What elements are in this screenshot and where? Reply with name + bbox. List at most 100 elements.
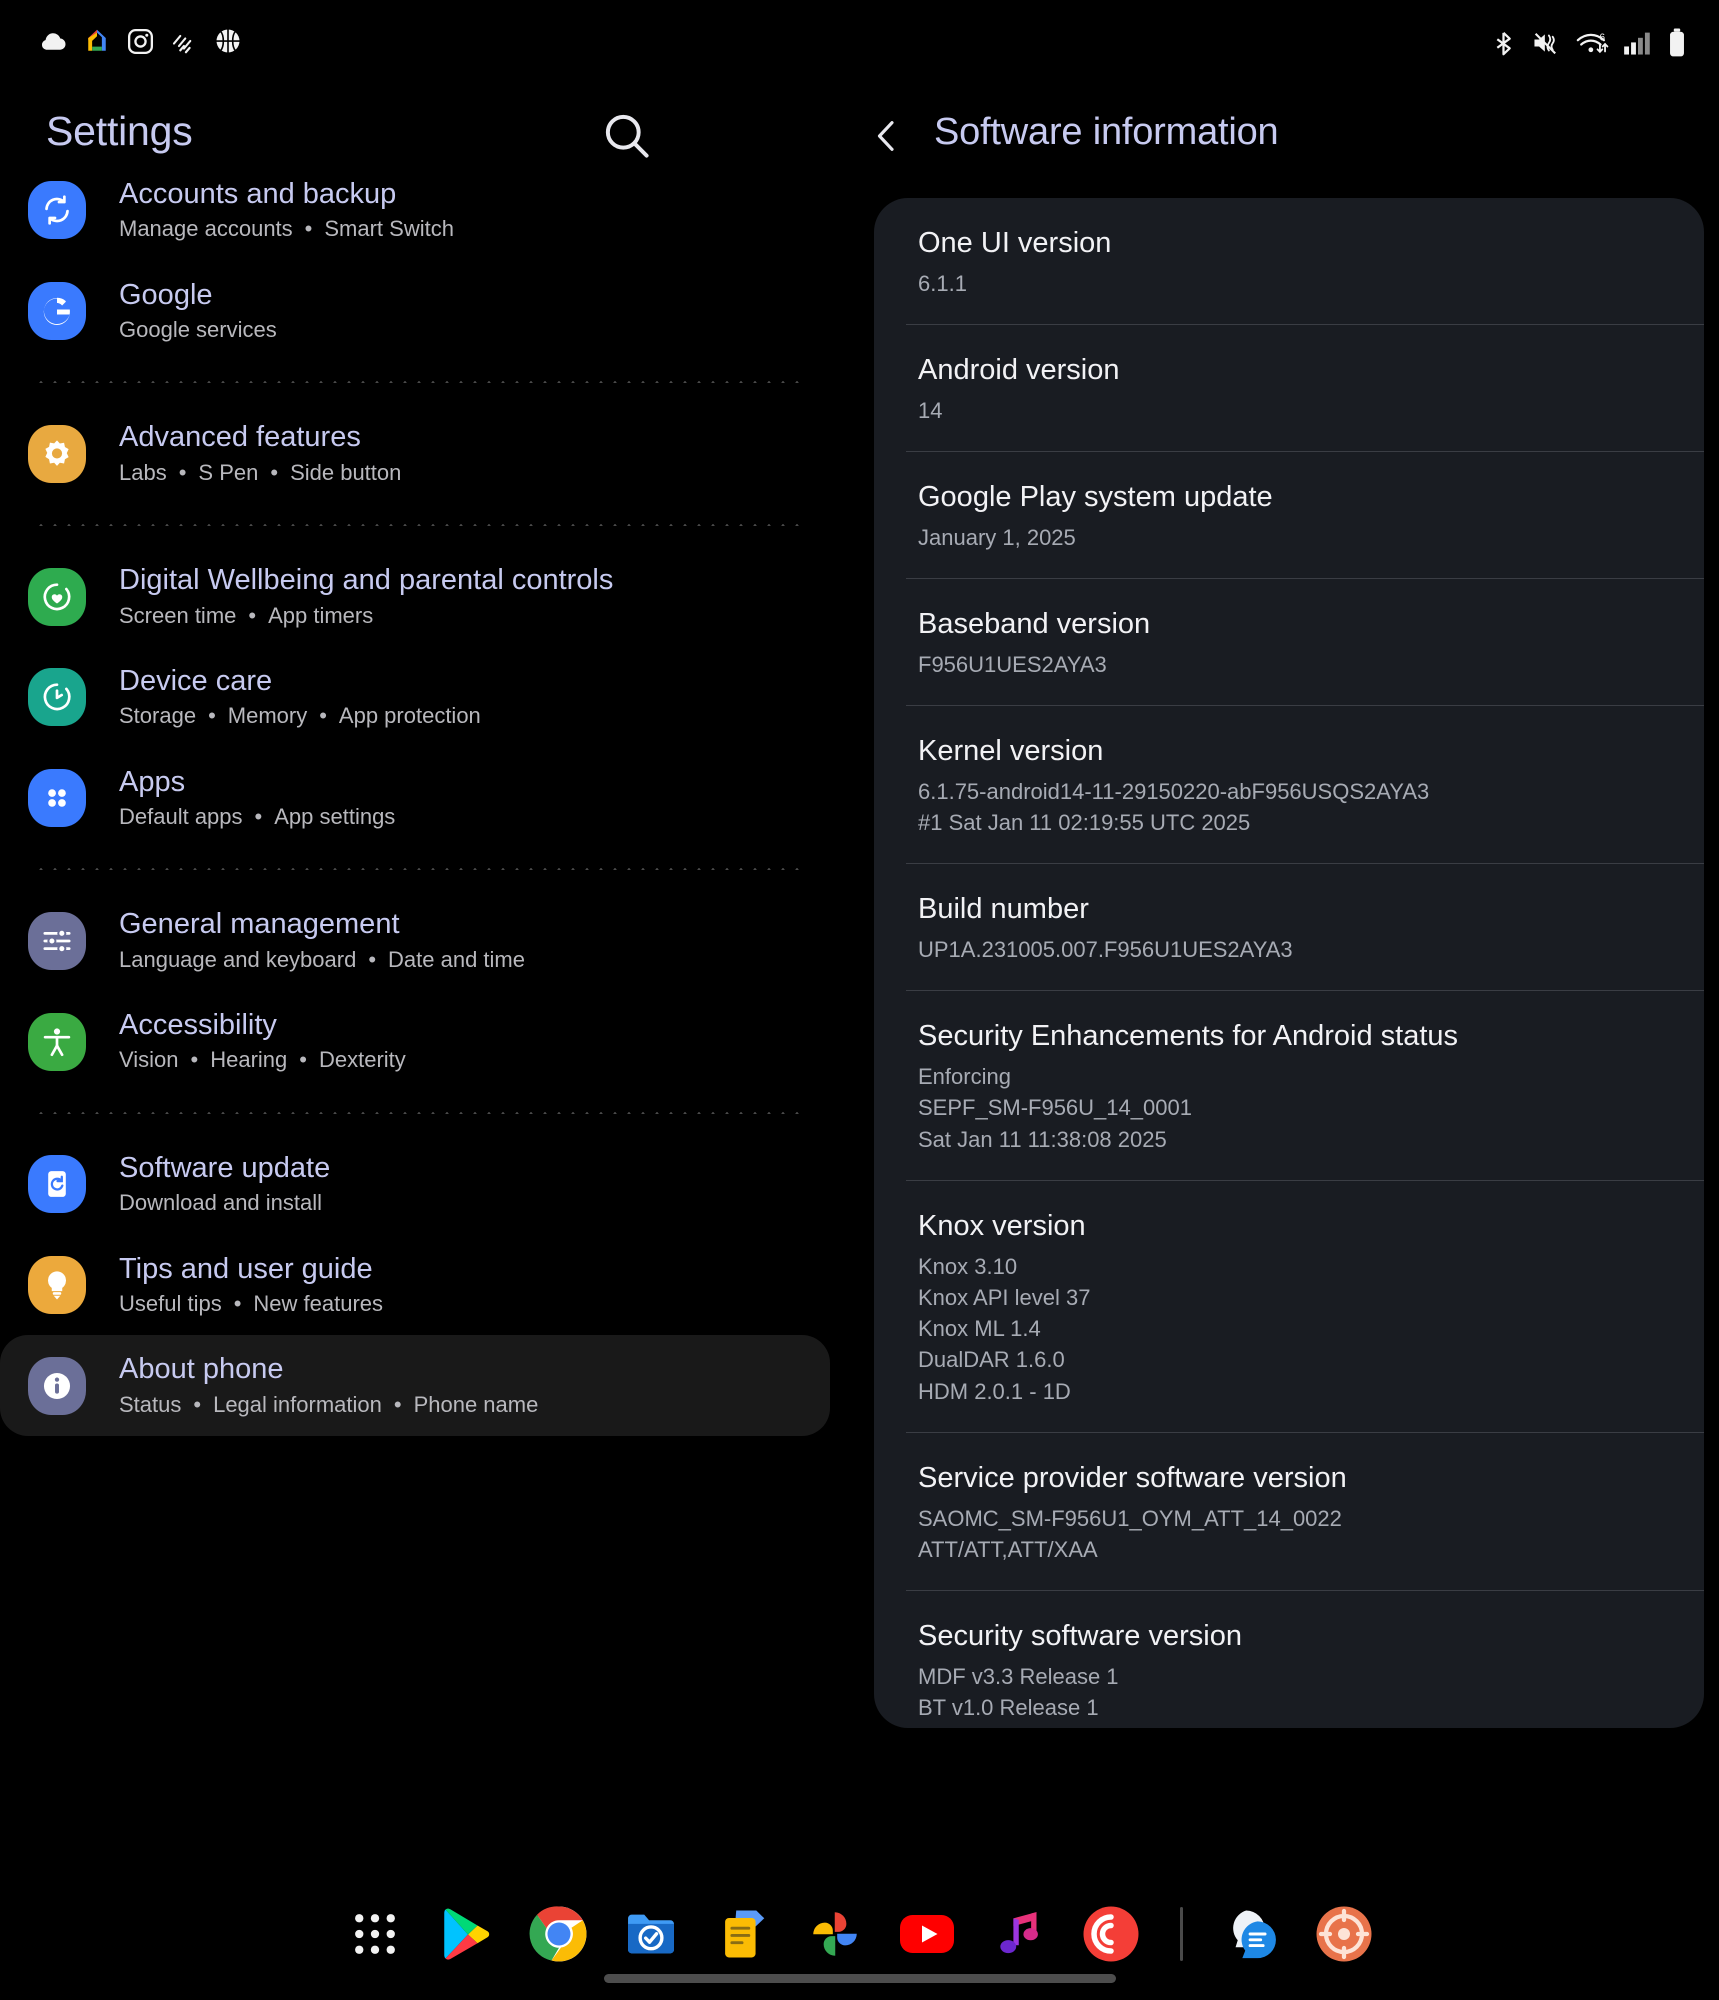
gesture-bar[interactable]	[603, 1974, 1116, 1983]
sidebar-item-subtitle: Manage accounts • Smart Switch	[119, 216, 454, 242]
sidebar-item-text: Software update Download and install	[119, 1152, 330, 1217]
google-g-icon	[28, 282, 86, 341]
sidebar-group-divider	[34, 381, 802, 384]
info-row-label: Security Enhancements for Android status	[918, 1020, 1459, 1053]
sidebar-item-accessibility[interactable]: Accessibility Vision • Hearing • Dexterity	[0, 991, 830, 1092]
sidebar-item-apps[interactable]: Apps Default apps • App settings	[0, 748, 830, 849]
sidebar-item-advanced-features[interactable]: Advanced features Labs • S Pen • Side button	[0, 403, 830, 504]
info-row-value: 6.1.75-android14-11-29150220-abF956USQS2…	[918, 778, 1430, 836]
bluetooth-icon	[1490, 30, 1517, 62]
info-row-label: Service provider software version	[918, 1461, 1347, 1494]
sidebar-item-label: Device care	[119, 664, 273, 697]
taskbar-dock[interactable]	[0, 1868, 1719, 2000]
detail-header: Software information	[858, 78, 1719, 198]
info-row-value: UP1A.231005.007.F956U1UES2AYA3	[918, 937, 1293, 963]
app-drawer-icon[interactable]	[344, 1903, 406, 1965]
sidebar-item-label: Accounts and backup	[119, 178, 397, 210]
info-row[interactable]: Build number UP1A.231005.007.F956U1UES2AY…	[874, 864, 1704, 992]
accounts-sync-icon	[28, 181, 86, 240]
info-row[interactable]: Security Enhancements for Android status…	[874, 991, 1704, 1181]
sidebar-item-label: Accessibility	[119, 1009, 277, 1042]
sidebar-item-label: About phone	[119, 1353, 284, 1386]
wifi-6-icon: 6	[1575, 29, 1609, 62]
info-row-label: Google Play system update	[918, 481, 1273, 514]
software-info-card: One UI version 6.1.1 Android version 14 Goog…	[874, 198, 1704, 1728]
files-icon[interactable]	[620, 1903, 682, 1965]
mute-vibrate-icon	[1531, 29, 1561, 62]
dock-divider	[1180, 1907, 1183, 1961]
sidebar-item-label: Digital Wellbeing and parental controls	[119, 564, 614, 597]
sidebar-item-subtitle: Default apps • App settings	[119, 804, 396, 830]
sidebar-item-digital-wellbeing-and-parental-controls[interactable]: Digital Wellbeing and parental controls S…	[0, 546, 830, 647]
sidebar-item-about-phone[interactable]: About phone Status • Legal information • Phon…	[0, 1335, 830, 1437]
chrome-icon[interactable]	[528, 1903, 590, 1965]
search-icon[interactable]	[599, 108, 655, 164]
cloud-icon	[38, 26, 68, 61]
sidebar-item-subtitle: Status • Legal information • Phone name	[119, 1391, 539, 1417]
music-icon[interactable]	[988, 1903, 1050, 1965]
compass-target-icon[interactable]	[1313, 1903, 1375, 1965]
software-update-icon	[28, 1155, 86, 1214]
wellbeing-heart-icon	[28, 567, 86, 626]
sidebar-item-text: Google Google services	[119, 279, 277, 344]
info-row[interactable]: Baseband version F956U1UES2AYA3	[874, 579, 1704, 707]
basketball-icon	[213, 26, 243, 61]
detail-page-title: Software information	[934, 111, 1279, 153]
sidebar-item-google[interactable]: Google Google services	[0, 261, 830, 362]
sidebar-group-divider	[34, 1111, 802, 1114]
info-row[interactable]: Security software version MDF v3.3 Releas…	[874, 1591, 1704, 1728]
sidebar-item-subtitle: Useful tips • New features	[119, 1290, 384, 1316]
apps-grid-icon	[28, 769, 86, 828]
info-row[interactable]: Google Play system update January 1, 2025	[874, 452, 1704, 580]
settings-sidebar[interactable]: Settings Accounts and backup Manage accou…	[0, 78, 858, 1868]
chevron-left-icon[interactable]	[853, 102, 921, 170]
sidebar-item-subtitle: Vision • Hearing • Dexterity	[119, 1047, 406, 1073]
sidebar-item-software-update[interactable]: Software update Download and install	[0, 1134, 830, 1235]
info-row-value: 14	[918, 397, 943, 423]
info-row-value: 6.1.1	[918, 270, 967, 296]
sidebar-item-label: Google	[119, 278, 213, 311]
info-row[interactable]: Service provider software version SAOMC_S…	[874, 1433, 1704, 1592]
info-row-label: Knox version	[918, 1209, 1086, 1242]
sidebar-item-general-management[interactable]: General management Language and keyboard •…	[0, 890, 830, 991]
sidebar-item-tips-and-user-guide[interactable]: Tips and user guide Useful tips • New featu…	[0, 1235, 830, 1336]
cellular-signal-icon	[1623, 30, 1653, 61]
status-bar-system-icons: 6	[1490, 28, 1687, 63]
info-row[interactable]: One UI version 6.1.1	[874, 198, 1704, 326]
instagram-icon	[126, 27, 155, 61]
page-title: Settings	[46, 108, 193, 154]
status-bar-notification-icons	[38, 26, 243, 61]
info-row[interactable]: Knox version Knox 3.10 Knox API level 37 …	[874, 1181, 1704, 1433]
messages-chat-icon[interactable]	[1221, 1903, 1283, 1965]
battery-icon	[1667, 28, 1687, 63]
sidebar-item-text: Apps Default apps • App settings	[119, 766, 395, 831]
sidebar-item-text: Digital Wellbeing and parental controls S…	[119, 564, 613, 629]
sidebar-item-subtitle: Google services	[119, 317, 277, 343]
info-row[interactable]: Android version 14	[874, 325, 1704, 453]
info-row-value: F956U1UES2AYA3	[918, 651, 1107, 677]
info-row-label: One UI version	[918, 227, 1112, 259]
sidebar-group-divider	[34, 524, 802, 527]
dock-icon-row[interactable]	[344, 1903, 1375, 1965]
settings-nav-list[interactable]: Accounts and backup Manage accounts • Smart…	[0, 160, 858, 1437]
sidebar-item-label: Software update	[119, 1151, 331, 1184]
sidebar-item-label: Advanced features	[119, 421, 361, 454]
sidebar-item-accounts-and-backup[interactable]: Accounts and backup Manage accounts • Smart…	[0, 160, 830, 261]
info-row-label: Android version	[918, 354, 1120, 387]
keep-notes-icon[interactable]	[712, 1903, 774, 1965]
play-store-icon[interactable]	[436, 1903, 498, 1965]
sidebar-item-label: Tips and user guide	[119, 1252, 373, 1285]
sidebar-item-subtitle: Language and keyboard • Date and time	[119, 946, 525, 972]
google-photos-icon[interactable]	[804, 1903, 866, 1965]
software-information-panel: Software information One UI version 6.1.1…	[858, 78, 1719, 1868]
sidebar-item-subtitle: Screen time • App timers	[119, 602, 374, 628]
info-row[interactable]: Kernel version 6.1.75-android14-11-291502…	[874, 706, 1704, 865]
info-row-value: Knox 3.10 Knox API level 37 Knox ML 1.4 …	[918, 1253, 1091, 1404]
google-home-icon	[82, 26, 112, 61]
youtube-icon[interactable]	[896, 1903, 958, 1965]
sidebar-item-text: Advanced features Labs • S Pen • Side button	[119, 421, 401, 486]
status-bar: 6	[0, 0, 1719, 78]
sidebar-item-device-care[interactable]: Device care Storage • Memory • App protection	[0, 647, 830, 748]
pocket-casts-icon[interactable]	[1080, 1903, 1142, 1965]
device-care-icon	[28, 668, 86, 727]
